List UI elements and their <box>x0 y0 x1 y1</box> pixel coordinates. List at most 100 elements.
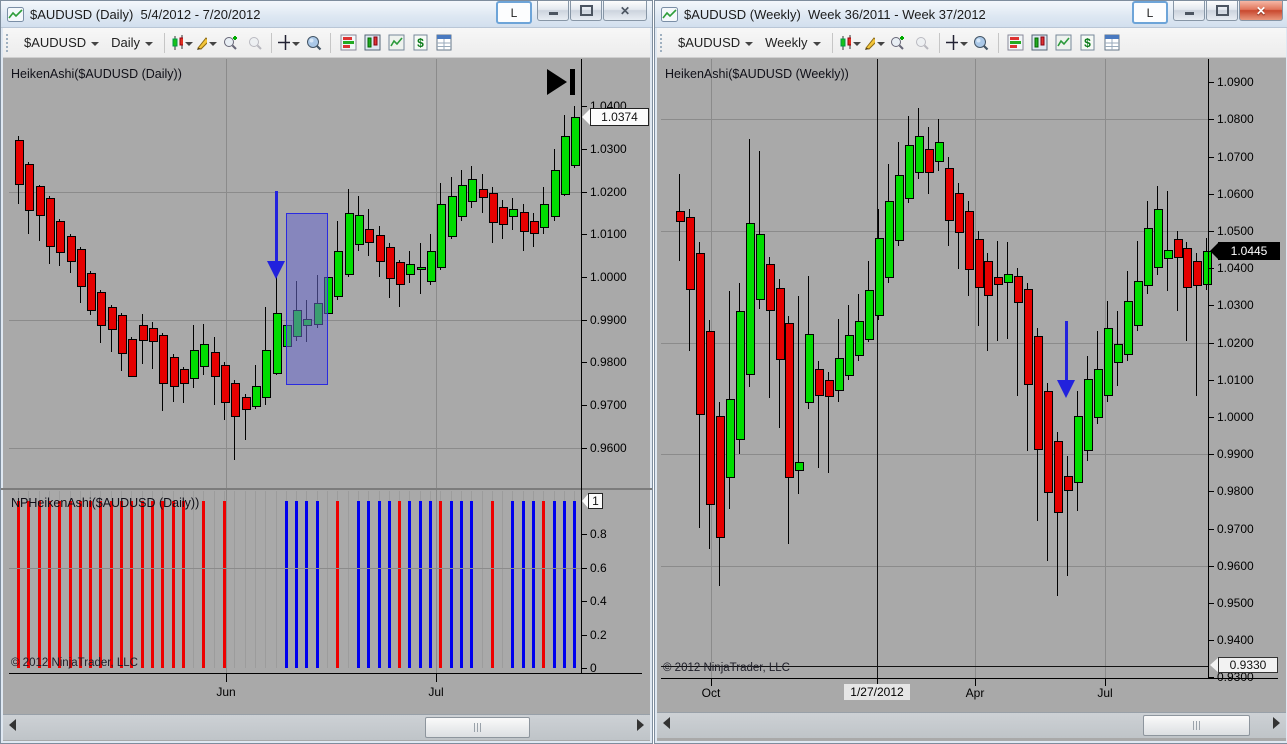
indicator-bar-up <box>429 501 432 668</box>
highlight-region-box[interactable] <box>286 212 328 385</box>
candle-up <box>509 208 518 218</box>
down-arrow-annotation-shaft[interactable] <box>275 191 278 261</box>
price-tick <box>1208 677 1214 679</box>
window-weekly-chart: $AUDUSD (Weekly) Week 36/2011 - Week 37/… <box>654 0 1287 744</box>
indicator-bar-up <box>522 501 525 668</box>
chart-area-daily[interactable]: 1.0400 1.0300 1.0200 1.0100 1.0000 0.9900 0.98… <box>1 1 652 743</box>
time-tick <box>436 673 437 682</box>
gridline-horizontal <box>661 565 1208 567</box>
hline-price-value: 0.9330 <box>1218 657 1278 673</box>
scrollbar-thumb[interactable] <box>1143 715 1250 736</box>
candle-down <box>520 212 529 232</box>
price-tick <box>1208 528 1214 530</box>
candle-down <box>97 291 106 326</box>
indicator-tick <box>581 634 587 636</box>
copyright-text: © 2012 NinjaTrader, LLC <box>11 657 138 669</box>
price-tick <box>1208 379 1214 381</box>
candle-up <box>905 145 914 200</box>
time-tick <box>975 678 976 686</box>
scroll-left-icon[interactable] <box>9 719 16 731</box>
price-tick <box>581 362 587 364</box>
candle-up <box>1104 328 1113 397</box>
candle-up <box>845 335 854 376</box>
indicator-bar-up <box>419 501 422 668</box>
candle-down <box>1193 261 1202 287</box>
indicator-slot-line <box>214 491 215 668</box>
candle-down <box>1024 289 1033 385</box>
candle-down <box>221 364 230 403</box>
candle-down <box>1034 336 1043 451</box>
horizontal-scrollbar[interactable] <box>657 712 1286 738</box>
indicator-bar-up <box>408 501 411 668</box>
down-arrow-annotation-shaft[interactable] <box>1065 321 1068 380</box>
price-tick <box>1208 119 1214 121</box>
price-tick <box>1208 342 1214 344</box>
price-tick <box>581 148 587 150</box>
candle-wick <box>1167 191 1168 292</box>
price-tick-label: 0.9600 <box>590 440 627 455</box>
gridline-vertical <box>975 59 976 678</box>
chart-area-weekly[interactable]: 1.0900 1.0800 1.0700 1.0600 1.0500 1.0400 1.03… <box>655 1 1287 743</box>
candle-down <box>170 357 179 388</box>
panel-splitter[interactable] <box>1 488 652 490</box>
scroll-right-icon[interactable] <box>1273 717 1280 729</box>
indicator-bar-down <box>223 501 226 668</box>
candle-down <box>696 253 705 416</box>
candle-down <box>56 221 65 254</box>
price-tick <box>1208 230 1214 232</box>
last-price-value: 1.0374 <box>590 108 649 126</box>
indicator-bar-up <box>378 501 381 668</box>
price-tick <box>581 319 587 321</box>
vertical-line-annotation[interactable] <box>877 59 878 678</box>
indicator-bar-down <box>172 501 175 668</box>
candle-down <box>479 189 488 198</box>
indicator-bar-down <box>69 501 72 668</box>
candle-down <box>965 211 974 270</box>
indicator-bar-down <box>110 501 113 668</box>
candle-up <box>865 290 874 340</box>
indicator-tick-label: 0.8 <box>590 527 607 542</box>
candle-up <box>746 223 755 376</box>
candle-down <box>1014 276 1023 304</box>
indicator-bar-down <box>439 501 442 668</box>
indicator-name-label: HeikenAshi($AUDUSD (Weekly)) <box>665 67 849 81</box>
copyright-text: © 2012 NinjaTrader, LLC <box>663 662 790 674</box>
indicator-tick <box>581 567 587 569</box>
down-arrow-annotation-head[interactable] <box>267 261 285 279</box>
indicator-tick-label: 0.6 <box>590 560 607 575</box>
price-tick <box>581 106 587 107</box>
horizontal-scrollbar[interactable] <box>3 714 650 740</box>
indicator-bar-down <box>89 501 92 668</box>
price-tick <box>581 405 587 407</box>
candle-up <box>1144 227 1153 287</box>
candle-down <box>676 211 685 222</box>
scroll-left-icon[interactable] <box>663 717 670 729</box>
candle-up <box>805 333 814 404</box>
price-tick-label: 1.0600 <box>1217 186 1254 201</box>
gridline-horizontal <box>661 454 1208 456</box>
candle-down <box>530 220 539 234</box>
candle-down <box>231 382 240 417</box>
indicator-bar-up <box>563 501 566 668</box>
candle-down <box>825 379 834 397</box>
price-tick <box>1208 416 1214 418</box>
scroll-right-icon[interactable] <box>637 719 644 731</box>
candle-down <box>386 247 395 279</box>
indicator-bar-down <box>58 501 61 668</box>
indicator-bar-down <box>398 501 401 668</box>
candle-up <box>334 251 343 297</box>
indicator-slot-line <box>234 491 235 668</box>
indicator-bar-up <box>460 501 463 668</box>
candle-up <box>406 264 415 275</box>
candle-down <box>128 338 137 378</box>
price-tick <box>1208 565 1214 567</box>
price-tick-label: 0.9500 <box>1217 595 1254 610</box>
candle-down <box>25 163 34 211</box>
last-price-value: 1.0445 <box>1218 242 1280 260</box>
down-arrow-annotation-head[interactable] <box>1057 380 1075 398</box>
candle-up <box>252 385 261 407</box>
candle-down <box>159 335 168 385</box>
scrollbar-thumb[interactable] <box>425 717 530 738</box>
candle-up <box>895 175 904 241</box>
candle-down <box>180 369 189 385</box>
